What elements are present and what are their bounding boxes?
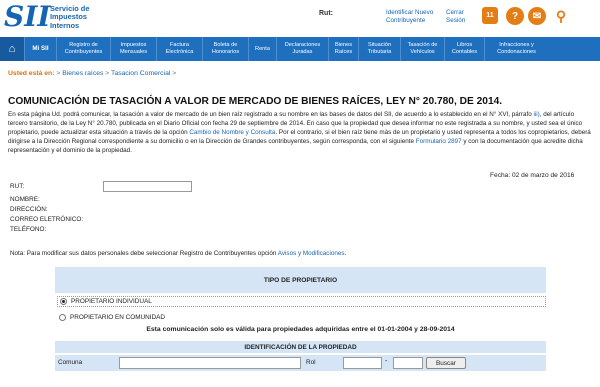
property-id-header: IDENTIFICACIÓN DE LA PROPIEDAD [55,341,546,353]
owner-comunidad-radio[interactable] [59,314,66,321]
personal-data-note: Nota: Para modificar sus datos personale… [10,250,347,257]
validity-notice: Esta comunicación solo es válida para pr… [146,326,455,333]
nav-item-bienes-raices[interactable]: Bienes Raíces [328,37,358,61]
nav-item-boleta[interactable]: Boleta de Honorarios [202,37,248,61]
help-icon[interactable]: ? [506,7,524,25]
cambio-nombre-link[interactable]: Cambio de Nombre y Consulta [189,129,275,136]
logout-link[interactable]: Cerrar Sesión [446,9,480,25]
rol-dash: - [385,358,388,365]
home-icon[interactable]: ⌂ [0,37,24,61]
rol-input-1[interactable] [343,357,382,369]
breadcrumb-tasacion[interactable]: Tasacion Comercial [111,70,170,77]
breadcrumb-label: Usted está en: [8,70,55,77]
rol-label: Rol [306,359,316,366]
intro-text: En esta página Ud. podrá comunicar, la t… [8,111,591,154]
correo-label: CORREO ELETRÓNICO: [10,216,84,223]
page-title: COMUNICACIÓN DE TASACIÓN A VALOR DE MERC… [8,96,503,107]
rut-label: RUT: [10,183,25,190]
rut-input[interactable] [103,181,192,192]
logo-text: Servicio de Impuestos Internos [50,4,90,30]
date-label: Fecha: 02 de marzo de 2016 [490,172,575,179]
main-nav: ⌂ Mi SII Registro de Contribuyentes Impu… [0,37,600,61]
mail-icon[interactable]: ✉ [528,7,546,25]
direccion-label: DIRECCIÓN: [10,206,48,213]
comuna-label: Comuna [58,359,83,366]
owner-individual-radio[interactable] [60,298,67,305]
property-search-row: Comuna Rol - Buscar [55,355,546,371]
formulario-2897-link[interactable]: Formulario 2897 [416,138,462,145]
nav-item-libros[interactable]: Libros Contables [444,37,484,61]
breadcrumb: Usted está en: > Bienes raíces > Tasacio… [8,70,177,77]
site-header: SII Servicio de Impuestos Internos Rut: … [0,0,600,36]
owner-comunidad-label: PROPIETARIO EN COMUNIDAD [70,314,166,321]
owner-type-header: TIPO DE PROPIETARIO [55,267,546,293]
identify-taxpayer-link[interactable]: Identificar Nuevo Contribuyente [386,9,442,25]
logo-mark: SII [4,0,51,33]
rol-input-2[interactable] [393,357,423,369]
nav-item-declaraciones[interactable]: Declaraciones Juradas [276,37,328,61]
owner-comunidad-option[interactable]: PROPIETARIO EN COMUNIDAD [57,312,546,323]
nav-item-tasacion-vehiculos[interactable]: Tasación de Vehículos [400,37,444,61]
owner-individual-option[interactable]: PROPIETARIO INDIVIDUAL [57,296,546,307]
nav-item-impuestos[interactable]: Impuestos Mensuales [110,37,156,61]
telefono-label: TELÉFONO: [10,226,47,233]
nav-item-mi-sii[interactable]: Mi SII [24,37,56,61]
nav-item-situacion[interactable]: Situación Tributaria [358,37,400,61]
owner-individual-label: PROPIETARIO INDIVIDUAL [71,298,152,305]
nav-item-renta[interactable]: Renta [248,37,276,61]
nombre-label: NOMBRE: [10,196,40,203]
comuna-input[interactable] [119,357,301,369]
nav-item-infracciones[interactable]: Infracciones y Condonaciones [484,37,548,61]
nav-item-factura[interactable]: Factura Electrónica [156,37,202,61]
nav-item-registro[interactable]: Registro de Contribuyentes [56,37,110,61]
header-rut-label: Rut: [319,10,333,17]
search-icon[interactable]: ⚲ [552,7,570,25]
calendar-icon[interactable]: 11 [482,7,498,24]
sii-logo[interactable]: SII Servicio de Impuestos Internos [4,2,124,34]
search-button[interactable]: Buscar [426,357,466,369]
breadcrumb-bienes-raices[interactable]: Bienes raíces [62,70,103,77]
avisos-modificaciones-link[interactable]: Avisos y Modificaciones [278,250,345,257]
